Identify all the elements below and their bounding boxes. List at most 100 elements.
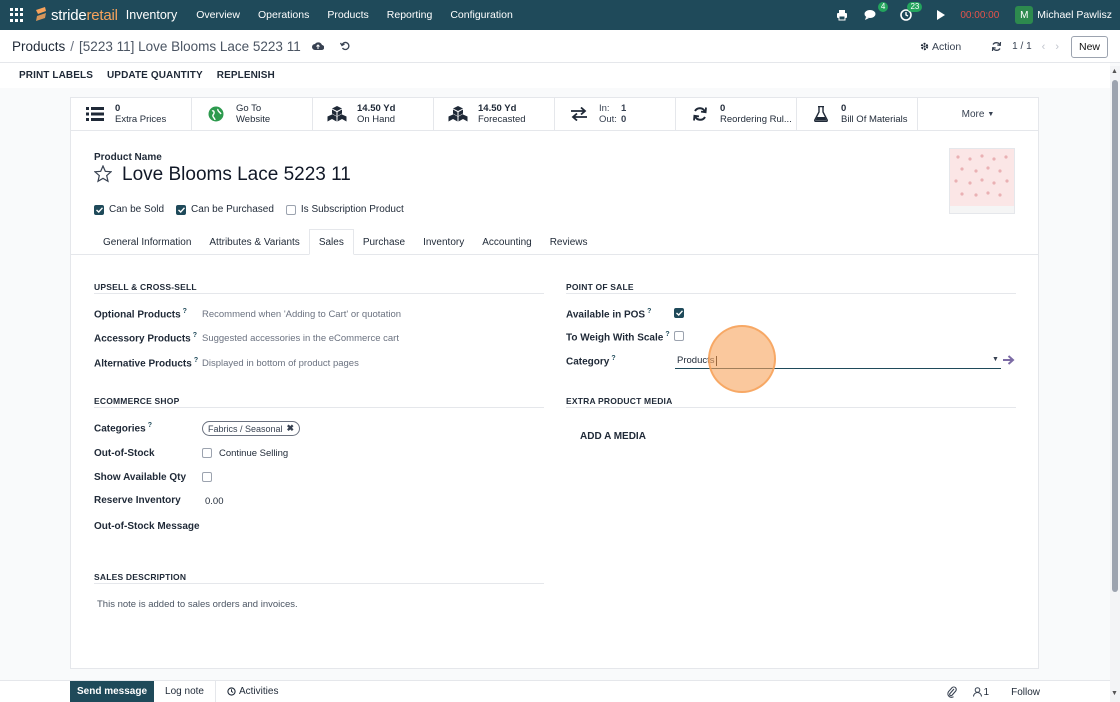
category-tag[interactable]: Fabrics / Seasonal ✖ bbox=[202, 421, 301, 436]
app-name[interactable]: Inventory bbox=[126, 8, 177, 22]
more-button[interactable]: More ▼ bbox=[918, 98, 1038, 130]
user-name[interactable]: Michael Pawlisz bbox=[1037, 9, 1112, 21]
follow-button[interactable]: Follow bbox=[1011, 687, 1040, 698]
continue-selling-checkbox[interactable] bbox=[202, 448, 212, 458]
product-image[interactable] bbox=[949, 148, 1015, 214]
scroll-up-icon[interactable]: ▲ bbox=[1111, 68, 1118, 75]
pager-value[interactable]: 1 / 1 bbox=[1012, 41, 1031, 52]
apps-icon[interactable] bbox=[10, 8, 24, 22]
favorite-star-icon[interactable] bbox=[93, 163, 113, 186]
followers-button[interactable]: 1 bbox=[972, 686, 990, 698]
optional-products-label: Optional Products? bbox=[94, 308, 187, 320]
tab-attributes-variants[interactable]: Attributes & Variants bbox=[200, 229, 308, 255]
product-flags: Can be Sold Can be Purchased Is Subscrip… bbox=[94, 204, 416, 215]
help-icon[interactable]: ? bbox=[665, 331, 669, 338]
sales-description-input[interactable]: This note is added to sales orders and i… bbox=[97, 599, 298, 610]
on-hand-label: On Hand bbox=[357, 114, 396, 125]
reserve-inventory-input[interactable]: 0.00 bbox=[205, 496, 224, 507]
avatar[interactable]: M bbox=[1015, 6, 1034, 24]
accessory-products-input[interactable]: Suggested accessories in the eCommerce c… bbox=[202, 333, 399, 344]
in-out-button[interactable]: In: 1 Out: 0 bbox=[555, 98, 676, 130]
printer-icon[interactable] bbox=[836, 9, 848, 21]
help-icon[interactable]: ? bbox=[183, 308, 187, 315]
checkbox-unchecked-icon bbox=[285, 204, 296, 215]
log-note-button[interactable]: Log note bbox=[154, 680, 216, 702]
help-icon[interactable]: ? bbox=[193, 332, 197, 339]
list-icon bbox=[85, 105, 105, 123]
bill-of-materials-button[interactable]: 0 Bill Of Materials bbox=[797, 98, 918, 130]
can-be-sold-checkbox[interactable]: Can be Sold bbox=[94, 204, 164, 215]
print-labels-button[interactable]: PRINT LABELS bbox=[19, 70, 93, 81]
dropdown-caret-icon[interactable]: ▼ bbox=[992, 356, 999, 363]
menu-overview[interactable]: Overview bbox=[196, 9, 240, 21]
sales-description-title: SALES DESCRIPTION bbox=[94, 572, 187, 582]
paperclip-icon[interactable] bbox=[946, 686, 957, 698]
breadcrumb-products[interactable]: Products bbox=[12, 39, 65, 54]
more-label: More bbox=[961, 108, 985, 120]
pos-category-label-text: Category bbox=[566, 356, 610, 368]
alternative-products-input[interactable]: Displayed in bottom of product pages bbox=[202, 358, 359, 369]
tab-inventory[interactable]: Inventory bbox=[414, 229, 473, 255]
remove-tag-icon[interactable]: ✖ bbox=[287, 423, 295, 434]
forecasted-button[interactable]: 14.50 Yd Forecasted bbox=[434, 98, 555, 130]
reordering-rules-button[interactable]: 0 Reordering Rul... bbox=[676, 98, 797, 130]
internal-link-arrow-icon[interactable] bbox=[1003, 355, 1015, 368]
cloud-save-icon[interactable] bbox=[311, 41, 324, 51]
clock-icon[interactable]: 23 bbox=[900, 2, 923, 21]
help-icon[interactable]: ? bbox=[148, 422, 152, 429]
tab-general-information[interactable]: General Information bbox=[94, 229, 200, 255]
ecommerce-categories-label: Categories? bbox=[94, 422, 152, 434]
pager-prev-icon[interactable]: ‹ bbox=[1042, 41, 1046, 53]
caret-down-icon: ▼ bbox=[987, 110, 995, 118]
optional-products-input[interactable]: Recommend when 'Adding to Cart' or quota… bbox=[202, 309, 401, 320]
main-menu: Overview Operations Products Reporting C… bbox=[187, 9, 522, 21]
menu-configuration[interactable]: Configuration bbox=[450, 9, 512, 21]
control-right: Action 1 / 1 ‹ › New bbox=[920, 30, 1108, 63]
tab-accounting[interactable]: Accounting bbox=[473, 229, 540, 255]
reserve-inventory-label: Reserve Inventory bbox=[94, 495, 181, 506]
update-quantity-button[interactable]: UPDATE QUANTITY bbox=[107, 70, 203, 81]
to-weigh-checkbox[interactable] bbox=[674, 331, 684, 341]
tab-reviews[interactable]: Reviews bbox=[541, 229, 597, 255]
messages-badge: 4 bbox=[877, 2, 889, 12]
play-icon[interactable] bbox=[936, 10, 946, 20]
available-in-pos-checkbox[interactable] bbox=[674, 308, 684, 318]
control-panel: Products / [5223 11] Love Blooms Lace 52… bbox=[0, 30, 1120, 63]
on-hand-button[interactable]: 14.50 Yd On Hand bbox=[313, 98, 434, 130]
sales-description-divider bbox=[94, 583, 544, 584]
help-icon[interactable]: ? bbox=[194, 357, 198, 364]
optional-products-label-text: Optional Products bbox=[94, 309, 181, 321]
replenish-button[interactable]: REPLENISH bbox=[217, 70, 275, 81]
is-subscription-checkbox[interactable]: Is Subscription Product bbox=[285, 204, 404, 215]
activities-button[interactable]: Activities bbox=[216, 681, 289, 702]
category-tag-label: Fabrics / Seasonal bbox=[208, 423, 283, 434]
new-button[interactable]: New bbox=[1070, 35, 1108, 58]
help-icon[interactable]: ? bbox=[611, 355, 615, 362]
discard-icon[interactable] bbox=[339, 41, 350, 51]
add-media-button[interactable]: ADD A MEDIA bbox=[580, 431, 646, 442]
extra-prices-button[interactable]: 0 Extra Prices bbox=[71, 98, 192, 130]
website-label: Website bbox=[236, 114, 271, 125]
menu-products[interactable]: Products bbox=[327, 9, 368, 21]
scroll-down-icon[interactable]: ▼ bbox=[1111, 690, 1118, 697]
menu-reporting[interactable]: Reporting bbox=[387, 9, 433, 21]
product-name-input[interactable]: Love Blooms Lace 5223 11 bbox=[122, 164, 351, 186]
can-be-purchased-checkbox[interactable]: Can be Purchased bbox=[176, 204, 274, 215]
scrollbar-thumb[interactable] bbox=[1112, 80, 1118, 592]
show-available-qty-checkbox[interactable] bbox=[202, 472, 212, 482]
tab-sales[interactable]: Sales bbox=[308, 229, 354, 255]
brand-logo[interactable]: stride retail bbox=[34, 6, 118, 24]
activities-label: Activities bbox=[238, 686, 279, 697]
refresh-icon[interactable] bbox=[991, 41, 1002, 52]
tab-purchase[interactable]: Purchase bbox=[354, 229, 414, 255]
send-message-button[interactable]: Send message bbox=[70, 680, 155, 702]
help-icon[interactable]: ? bbox=[647, 308, 651, 315]
cubes-icon bbox=[327, 105, 347, 123]
pager-next-icon[interactable]: › bbox=[1055, 41, 1059, 53]
chat-icon[interactable]: 4 bbox=[864, 2, 889, 21]
go-to-website-button[interactable]: Go To Website bbox=[192, 98, 313, 130]
menu-operations[interactable]: Operations bbox=[258, 9, 309, 21]
followers-count: 1 bbox=[983, 686, 990, 698]
ecommerce-categories-label-text: Categories bbox=[94, 423, 146, 435]
action-menu-button[interactable]: Action bbox=[920, 41, 961, 53]
